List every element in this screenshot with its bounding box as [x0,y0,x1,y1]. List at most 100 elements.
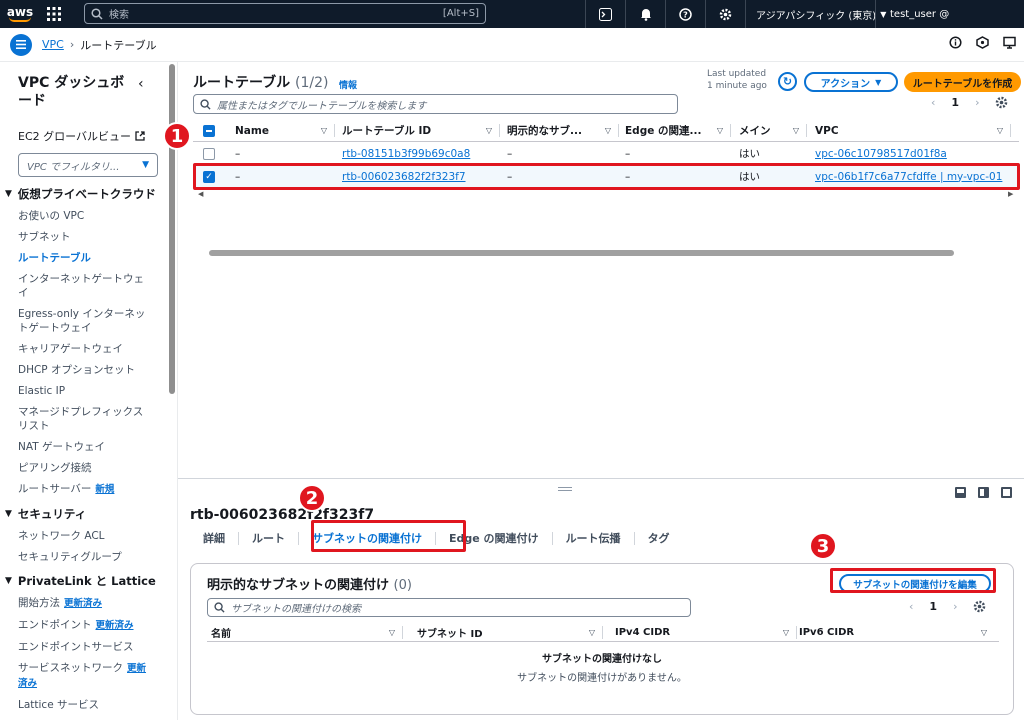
col-vpc[interactable]: VPC ▽ [815,119,1011,142]
scroll-right-icon[interactable]: ▶ [1008,190,1013,198]
preferences-gear-icon[interactable] [973,600,986,613]
sidebar-item-peering[interactable]: ピアリング接続 [18,461,148,475]
next-page-icon[interactable]: › [975,96,979,109]
vpc-filter-placeholder: VPC でフィルタリ... [27,161,120,173]
bell-icon[interactable] [625,0,665,28]
caret-down-icon: ▼ [5,509,12,519]
sidebar-item-egress-only-gateways[interactable]: Egress-only インターネットゲートウェイ [18,307,148,335]
aws-logo[interactable]: aws [0,0,40,28]
sidebar-item-nat-gateways[interactable]: NAT ゲートウェイ [18,440,148,454]
preferences-gear-icon[interactable] [995,96,1008,109]
col-main[interactable]: メイン ▽ [739,119,807,142]
sidebar-item-route-servers[interactable]: ルートサーバー 新規 [18,482,148,497]
panel-side-icon[interactable] [978,487,989,498]
help-icon[interactable]: ? [665,0,705,28]
box-title-text: 明示的なサブネットの関連付け [207,578,390,593]
sidebar-item-prefix-lists[interactable]: マネージドプレフィックスリスト [18,405,148,433]
cloudshell-icon[interactable] [585,0,625,28]
region-selector[interactable]: アジアパシフィック (東京) ▼ [745,0,896,28]
sidebar-item-security-groups[interactable]: セキュリティグループ [18,550,148,564]
selection-count: (1/2) [295,75,329,91]
route-table-search-input[interactable]: 属性またはタグでルートテーブルを検索します [193,94,678,114]
col-label: VPC [815,124,839,137]
empty-state-title: サブネットの関連付けなし [542,654,662,665]
col-route-table-id[interactable]: ルートテーブル ID ▽ [342,119,500,142]
cell-main: はい [739,148,760,160]
screen-icon[interactable] [1003,36,1016,49]
collapse-sidebar-icon[interactable]: ‹ [138,76,144,92]
col-name[interactable]: Name ▽ [235,119,335,142]
sidebar-section-vpc[interactable]: ▼ 仮想プライベートクラウド [5,187,177,202]
breadcrumb-bar: VPC › ルートテーブル [0,28,1024,62]
info-link[interactable]: 情報 [339,78,357,91]
current-page[interactable]: 1 [951,96,959,109]
col-explicit-subnet[interactable]: 明示的なサブ... ▽ [507,119,619,142]
sidebar-item-endpoints[interactable]: エンドポイント 更新済み [18,618,148,633]
select-all-checkbox[interactable] [203,124,215,137]
prev-page-icon[interactable]: ‹ [931,96,935,109]
settings-icon[interactable] [705,0,745,28]
vpc-filter-select[interactable]: VPC でフィルタリ... ▼ [18,153,158,177]
horizontal-scrollbar[interactable] [209,250,954,256]
col-subnet-name[interactable]: 名前 ▽ [211,622,403,642]
col-subnet-id[interactable]: サブネット ID ▽ [417,622,603,642]
tab-tags[interactable]: タグ [635,532,683,545]
info-icon[interactable] [949,36,962,49]
actions-button[interactable]: アクション ▼ [804,72,898,92]
cell-edge: – [625,147,631,160]
sort-icon: ▽ [792,126,799,135]
sidebar-title[interactable]: VPC ダッシュボード [18,74,128,110]
col-ipv6-cidr[interactable]: IPv6 CIDR ▽ [799,622,995,642]
sidebar-item-getting-started[interactable]: 開始方法 更新済み [18,596,148,611]
row-checkbox[interactable] [203,147,215,160]
sort-icon: ▽ [485,126,492,135]
sidebar-scrollbar[interactable] [169,64,175,394]
user-menu[interactable]: test_user @ [875,0,963,28]
panel-close-icon[interactable] [1001,487,1012,498]
sidebar-item-elastic-ip[interactable]: Elastic IP [18,384,148,398]
search-icon [200,98,211,110]
next-page-icon[interactable]: › [953,600,957,613]
resize-handle-icon[interactable] [558,487,572,491]
tab-routes[interactable]: ルート [239,531,299,545]
sidebar-item-endpoint-services[interactable]: エンドポイントサービス [18,640,148,654]
tab-route-propagation[interactable]: ルート伝播 [553,531,635,545]
subnet-association-search-input[interactable]: サブネットの関連付けの検索 [207,598,691,617]
sidebar-item-carrier-gateways[interactable]: キャリアゲートウェイ [18,342,148,356]
table-row[interactable]: – rtb-08151b3f99b69c0a8 – – はい vpc-06c10… [193,142,1019,165]
route-table-id-link[interactable]: rtb-08151b3f99b69c0a8 [342,142,470,165]
navigation-menu-button[interactable] [10,33,32,56]
current-page[interactable]: 1 [929,600,937,613]
sidebar-item-dhcp-options[interactable]: DHCP オプションセット [18,363,148,377]
sidebar-item-route-tables[interactable]: ルートテーブル [18,251,148,265]
ec2-global-view-link[interactable]: EC2 グローバルビュー [18,128,177,144]
breadcrumb-vpc-link[interactable]: VPC [42,38,64,51]
region-label: アジアパシフィック (東京) [756,10,877,22]
sidebar-item-internet-gateways[interactable]: インターネットゲートウェイ [18,272,148,300]
sidebar-item-service-networks[interactable]: サービスネットワーク 更新済み [18,661,148,691]
scroll-left-icon[interactable]: ◀ [198,190,203,198]
vpc-link[interactable]: vpc-06c10798517d01f8a [815,142,947,165]
step-badge-3: 3 [809,532,837,560]
col-edge[interactable]: Edge の関連... ▽ [625,119,731,142]
sidebar-item-subnets[interactable]: サブネット [18,230,148,244]
refresh-icon[interactable]: ↻ [778,72,797,91]
highlight-edit-button [830,568,996,593]
sidebar-item-lattice-services[interactable]: Lattice サービス [18,698,148,712]
prev-page-icon[interactable]: ‹ [909,600,913,613]
sort-icon: ▽ [782,627,789,637]
col-ipv4-cidr[interactable]: IPv4 CIDR ▽ [615,622,797,642]
top-navigation-bar: aws 検索 [Alt+S] ? アジアパシフィック (東京) ▼ test_us… [0,0,1024,28]
feedback-icon[interactable] [976,36,989,49]
tab-details[interactable]: 詳細 [190,531,239,545]
global-search-input[interactable]: 検索 [Alt+S] [84,3,486,24]
updated-badge: 更新済み [64,598,103,609]
create-route-table-button[interactable]: ルートテーブルを作成 [904,72,1021,92]
sidebar-section-security[interactable]: ▼ セキュリティ [5,507,177,522]
sidebar-section-privatelink[interactable]: ▼ PrivateLink と Lattice [5,574,177,589]
sidebar-item-your-vpcs[interactable]: お使いの VPC [18,209,148,223]
sidebar-item-network-acl[interactable]: ネットワーク ACL [18,529,148,543]
panel-bottom-icon[interactable] [955,487,966,498]
select-all-cell [203,119,233,142]
services-grid-icon[interactable] [40,0,68,28]
